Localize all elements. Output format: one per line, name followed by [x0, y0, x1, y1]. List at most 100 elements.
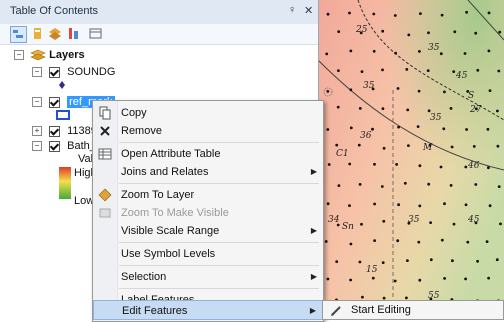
- menu-item-label: Zoom To Make Visible: [121, 207, 229, 219]
- menu-item-label: Open Attribute Table: [121, 148, 221, 160]
- menu-item-label: Visible Scale Range: [121, 225, 220, 237]
- sounding-dot: [337, 184, 341, 188]
- copy-icon: [99, 106, 111, 120]
- collapse-icon[interactable]: −: [32, 97, 42, 108]
- sounding-dot: [395, 163, 398, 166]
- sounding-dot: [326, 128, 330, 131]
- sounding-dot: [396, 87, 400, 90]
- sounding-dot: [442, 127, 446, 131]
- visibility-checkbox[interactable]: [49, 96, 61, 108]
- zoom-to-visible-icon: [99, 208, 111, 218]
- list-by-drawing-order-icon[interactable]: [10, 26, 27, 43]
- sounding-dot: [394, 51, 397, 55]
- sounding-dot: [418, 278, 422, 282]
- expand-icon[interactable]: +: [32, 126, 42, 137]
- sounding-dot: [396, 239, 400, 243]
- sounding-dot: [496, 109, 499, 113]
- sounding-dot: [393, 14, 397, 17]
- sounding-dot: [472, 145, 476, 148]
- sounding-dot: [487, 276, 490, 280]
- sounding-dot: [405, 68, 409, 71]
- sounding-dot: [406, 108, 410, 112]
- sounding-dot: [381, 68, 384, 72]
- menu-item-selection[interactable]: Selection ▶: [93, 267, 323, 287]
- menu-item-edit-features[interactable]: Edit Features ▶: [93, 300, 323, 320]
- sounding-dot: [373, 239, 376, 243]
- list-by-source-icon[interactable]: [30, 26, 45, 41]
- sounding-dot: [439, 165, 443, 169]
- options-icon[interactable]: [88, 26, 103, 41]
- menu-item-copy[interactable]: Copy: [93, 103, 323, 123]
- menu-item-remove[interactable]: Remove: [93, 121, 323, 141]
- visibility-checkbox[interactable]: [49, 140, 61, 152]
- sounding-dot: [349, 278, 352, 282]
- sounding-dot: [466, 240, 470, 244]
- menu-item-use-symbol-levels[interactable]: Use Symbol Levels: [93, 244, 323, 264]
- sounding-dot: [476, 68, 480, 72]
- sounding-dot: [427, 31, 430, 35]
- menu-item-zoom-to-make-visible: Zoom To Make Visible: [93, 203, 323, 223]
- visibility-checkbox[interactable]: [49, 66, 61, 78]
- ref-mark-symbol: [56, 110, 70, 124]
- visibility-checkbox[interactable]: [49, 125, 61, 137]
- sounding-dot: [476, 259, 479, 263]
- close-icon[interactable]: ✕: [304, 4, 313, 17]
- list-by-selection-icon[interactable]: [66, 26, 81, 41]
- map-label: 35: [428, 43, 440, 53]
- sounding-dot: [397, 203, 400, 207]
- menu-item-label: Edit Features: [122, 305, 188, 317]
- sounding-dot: [453, 30, 457, 34]
- sounding-dot: [495, 258, 499, 262]
- collapse-icon[interactable]: −: [32, 67, 42, 78]
- menu-item-visible-scale-range[interactable]: Visible Scale Range ▶: [93, 221, 323, 241]
- sounding-dot: [474, 183, 478, 186]
- sounding-dot: [381, 261, 385, 264]
- toc-title-bar: Table Of Contents ♀ ✕: [0, 0, 318, 25]
- submenu-arrow-icon: ▶: [310, 167, 317, 176]
- collapse-icon[interactable]: −: [14, 50, 24, 61]
- menu-item-open-attribute-table[interactable]: Open Attribute Table: [93, 144, 323, 164]
- soundg-symbol: [58, 80, 66, 94]
- sounding-dot: [358, 260, 362, 264]
- sounding-dot: [358, 183, 362, 186]
- list-by-visibility-icon[interactable]: [48, 26, 63, 41]
- sounding-dot: [487, 166, 490, 170]
- map-label: 46: [467, 161, 480, 171]
- submenu-arrow-icon: ▶: [309, 306, 316, 315]
- sounding-dot: [416, 125, 420, 128]
- edit-features-submenu: Start Editing: [322, 300, 504, 320]
- map-label: 34: [328, 215, 340, 225]
- sounding-dot: [371, 127, 374, 131]
- map-label: 45: [467, 215, 480, 225]
- submenu-item-start-editing[interactable]: Start Editing: [351, 304, 411, 316]
- map-view[interactable]: 25 35 45 S 27 35 36 C1 46 M 35 45 34 Sn …: [318, 0, 504, 320]
- menu-item-joins-and-relates[interactable]: Joins and Relates ▶: [93, 162, 323, 182]
- map-label: 35: [430, 113, 442, 123]
- sounding-dot: [397, 125, 400, 129]
- zoom-to-layer-icon: [98, 188, 112, 202]
- sounding-dot: [464, 277, 467, 281]
- collapse-icon[interactable]: −: [32, 141, 42, 152]
- sounding-dot: [496, 144, 500, 148]
- table-icon: [98, 148, 112, 160]
- sounding-dot: [405, 296, 408, 300]
- sounding-dot: [407, 144, 410, 148]
- tree-item-soundg[interactable]: − SOUNDG: [32, 65, 115, 79]
- sounding-dot: [348, 162, 352, 166]
- menu-item-zoom-to-layer[interactable]: Zoom To Layer: [93, 185, 323, 205]
- sounding-dot: [488, 89, 492, 92]
- tree-item-layers[interactable]: − Layers: [14, 48, 85, 62]
- pin-icon[interactable]: ♀: [288, 4, 296, 16]
- sounding-dot: [465, 128, 468, 131]
- map-label: Sn: [342, 222, 354, 232]
- sounding-dot: [486, 127, 490, 131]
- sounding-dot: [452, 222, 456, 226]
- sounding-dot: [463, 52, 467, 55]
- map-label: 25: [355, 25, 368, 35]
- sounding-dot: [498, 30, 502, 34]
- sounding-dot: [380, 185, 384, 188]
- sounding-dot: [418, 204, 422, 208]
- sounding-dot: [382, 146, 386, 150]
- sounding-dot: [327, 163, 331, 166]
- sounding-dot: [485, 240, 489, 244]
